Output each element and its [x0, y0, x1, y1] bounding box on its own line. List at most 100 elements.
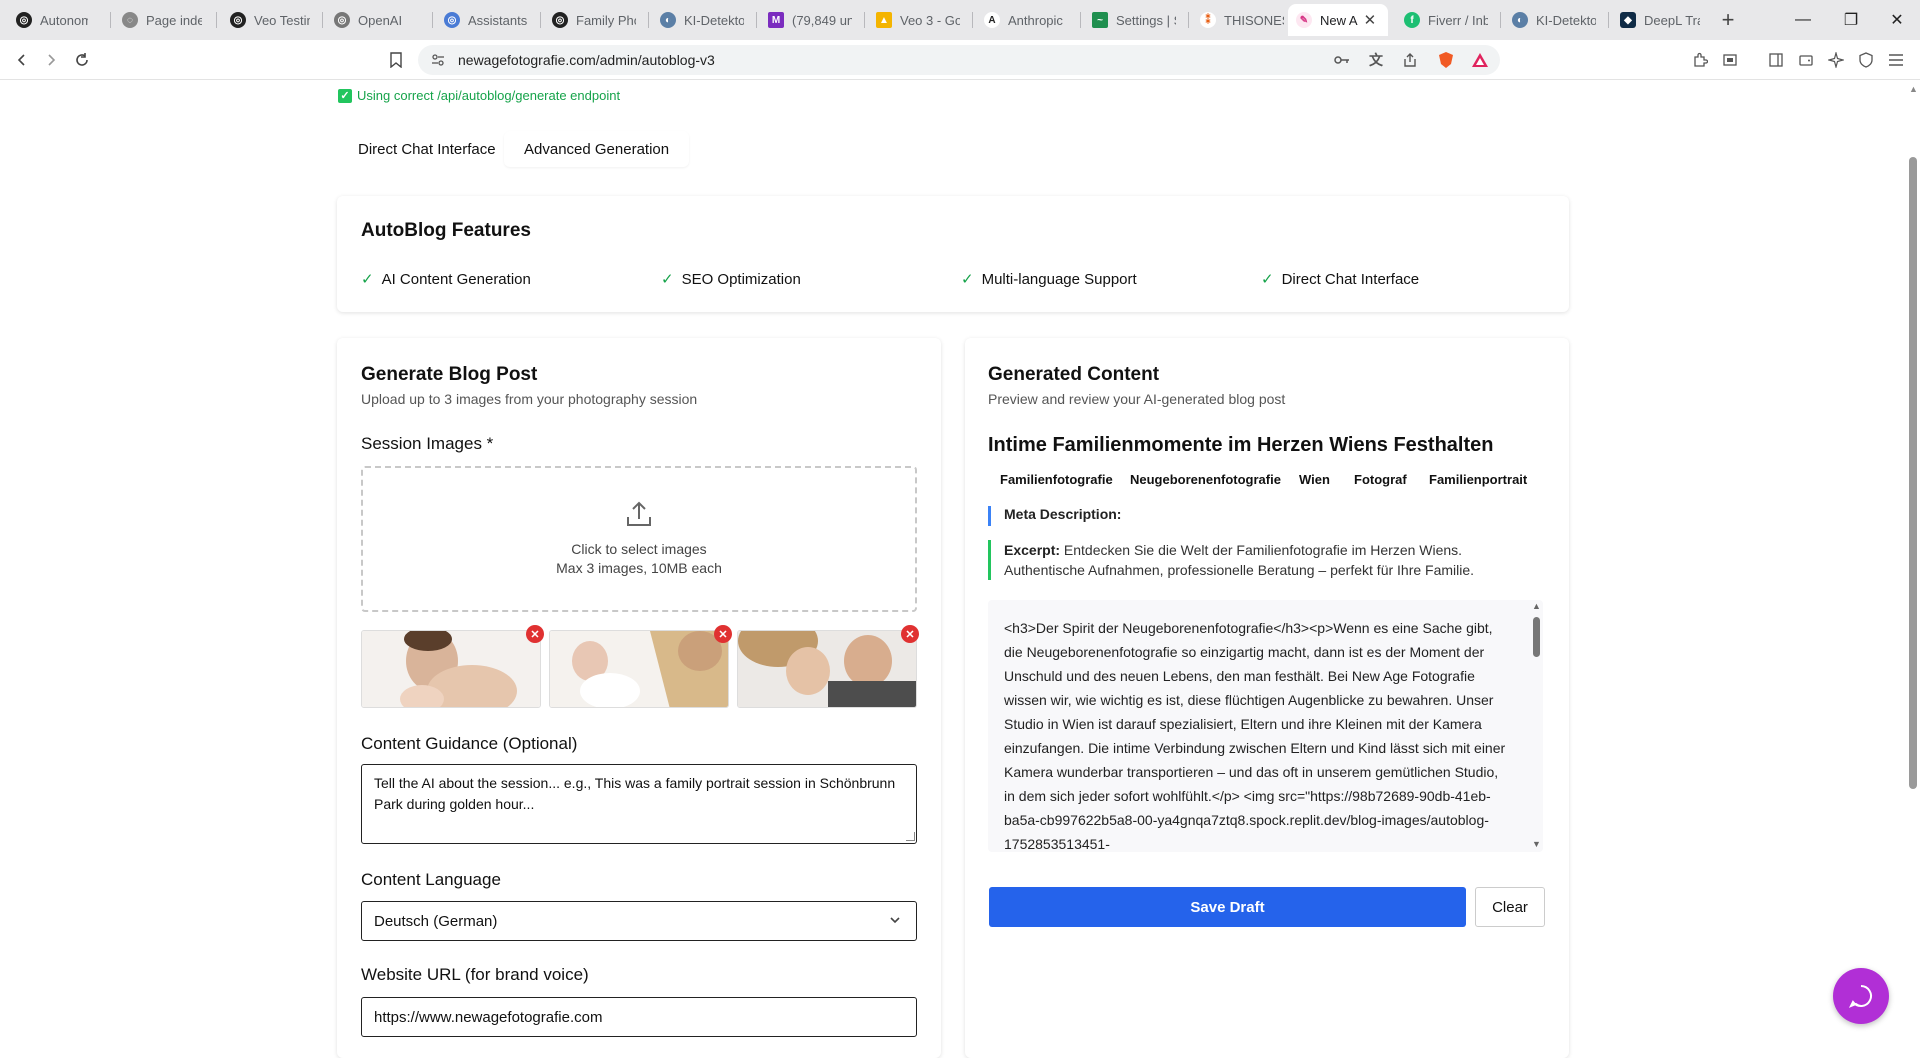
browser-tab[interactable]: ◎ Assistants: [436, 4, 536, 36]
dropzone-secondary-text: Max 3 images, 10MB each: [556, 560, 722, 576]
uploaded-image-thumbnail: [361, 630, 541, 708]
browser-tab[interactable]: ◎ Veo Testim: [222, 4, 318, 36]
browser-tab[interactable]: ⁑ THISONES: [1192, 4, 1292, 36]
generate-title: Generate Blog Post: [361, 364, 538, 385]
mail-icon: M: [768, 12, 784, 28]
scroll-up-icon[interactable]: ▲: [1532, 601, 1541, 611]
resize-grip-icon[interactable]: [906, 832, 915, 841]
generate-subtitle: Upload up to 3 images from your photogra…: [361, 391, 698, 407]
post-tag: Neugeborenenfotografie: [1130, 472, 1281, 487]
page-index-icon: ◌: [122, 12, 138, 28]
scroll-up-icon[interactable]: ▲: [1909, 84, 1918, 94]
openai-icon: ◎: [230, 12, 246, 28]
menu-icon[interactable]: [1884, 48, 1908, 72]
site-settings-icon[interactable]: [426, 48, 450, 72]
post-tag: Familienportrait: [1429, 472, 1528, 487]
tab-advanced-generation[interactable]: Advanced Generation: [504, 131, 690, 167]
openai-icon: ◎: [16, 12, 32, 28]
close-tab-icon[interactable]: ✕: [1364, 11, 1377, 29]
preview-scrollbar-thumb[interactable]: [1533, 617, 1540, 657]
assistants-icon: ◎: [444, 12, 460, 28]
fiverr-icon: f: [1404, 12, 1420, 28]
feature-item: ✓ AI Content Generation: [361, 270, 531, 289]
post-title: Intime Familienmomente im Herzen Wiens F…: [988, 434, 1494, 456]
browser-tab[interactable]: ◎ OpenAI: [326, 4, 426, 36]
clear-button[interactable]: Clear: [1475, 887, 1545, 927]
browser-tab[interactable]: A Anthropic: [976, 4, 1076, 36]
browser-tab[interactable]: ▲ Veo 3 - Go: [868, 4, 968, 36]
content-language-select[interactable]: Deutsch (German): [361, 901, 917, 941]
html-content-preview[interactable]: <h3>Der Spirit der Neugeborenenfotografi…: [988, 600, 1543, 852]
ki-detektor-icon: ◐: [1512, 12, 1528, 28]
post-excerpt: Excerpt: Entdecken Sie die Welt der Fami…: [988, 540, 1518, 580]
new-tab-icon: ✎: [1296, 12, 1312, 28]
brave-shield-icon[interactable]: [1434, 48, 1458, 72]
browser-tab[interactable]: ◐ KI-Detekto: [1504, 4, 1604, 36]
thisones-icon: ⁑: [1200, 12, 1216, 28]
image-dropzone[interactable]: [361, 466, 917, 612]
check-icon: ✓: [1261, 271, 1274, 288]
page-scrollbar-thumb[interactable]: [1909, 157, 1917, 789]
bookmark-icon[interactable]: [384, 48, 408, 72]
tab-groups-icon[interactable]: [1718, 48, 1742, 72]
close-window-button[interactable]: ✕: [1874, 0, 1920, 40]
website-url-input[interactable]: https://www.newagefotografie.com: [361, 997, 917, 1037]
wallet-icon[interactable]: [1794, 48, 1818, 72]
browser-tab[interactable]: M (79,849 un: [760, 4, 860, 36]
check-icon: ✓: [661, 271, 674, 288]
anthropic-icon: A: [984, 12, 1000, 28]
dropzone-primary-text: Click to select images: [571, 541, 707, 557]
vpn-shield-icon[interactable]: [1854, 48, 1878, 72]
browser-tab[interactable]: ◆ DeepL Tra: [1612, 4, 1708, 36]
extensions-icon[interactable]: [1688, 48, 1712, 72]
browser-tab[interactable]: ~ Settings | S: [1084, 4, 1184, 36]
feature-item: ✓ Direct Chat Interface: [1261, 270, 1420, 289]
password-key-icon[interactable]: [1330, 48, 1354, 72]
check-badge-icon: ✓: [338, 88, 352, 103]
session-images-label: Session Images *: [361, 434, 494, 453]
content-guidance-textarea[interactable]: Tell the AI about the session... e.g., T…: [361, 764, 917, 844]
meta-description: Meta Description:: [988, 506, 1121, 526]
features-card: [337, 196, 1569, 312]
features-title: AutoBlog Features: [361, 220, 531, 241]
openai-icon: ◎: [334, 12, 350, 28]
deepl-icon: ◆: [1620, 12, 1636, 28]
scroll-down-icon[interactable]: ▼: [1532, 839, 1541, 849]
browser-tab[interactable]: ◌ Page index: [114, 4, 210, 36]
endpoint-status: ✓ Using correct /api/autoblog/generate e…: [338, 88, 620, 103]
remove-image-button[interactable]: ✕: [526, 625, 544, 643]
back-icon[interactable]: [10, 48, 34, 72]
browser-tab[interactable]: ◎ Family Pho: [544, 4, 644, 36]
browser-tab-active[interactable]: ✎ New A ✕: [1288, 4, 1388, 36]
browser-tab[interactable]: f Fiverr / Inb: [1396, 4, 1496, 36]
feature-item: ✓ SEO Optimization: [661, 270, 801, 289]
generated-content-subtitle: Preview and review your AI-generated blo…: [988, 391, 1286, 407]
browser-tab[interactable]: ◐ KI-Detekto: [652, 4, 752, 36]
sidebar-icon[interactable]: [1764, 48, 1788, 72]
uploaded-image-thumbnail: [549, 630, 729, 708]
forward-icon[interactable]: [39, 48, 63, 72]
website-url-label: Website URL (for brand voice): [361, 965, 589, 984]
uploaded-image-thumbnail: [737, 630, 917, 708]
check-icon: ✓: [361, 271, 374, 288]
brave-rewards-icon[interactable]: [1468, 48, 1492, 72]
leo-ai-icon[interactable]: [1824, 48, 1848, 72]
check-icon: ✓: [961, 271, 974, 288]
tab-direct-chat[interactable]: Direct Chat Interface: [338, 131, 516, 167]
openai-icon: ◎: [552, 12, 568, 28]
remove-image-button[interactable]: ✕: [714, 625, 732, 643]
remove-image-button[interactable]: ✕: [901, 625, 919, 643]
restore-window-button[interactable]: ❐: [1828, 0, 1874, 40]
browser-tab[interactable]: ◎ Autonomo: [8, 4, 96, 36]
save-draft-button[interactable]: Save Draft: [989, 887, 1466, 927]
new-tab-button[interactable]: +: [1714, 6, 1742, 34]
upload-icon: [627, 501, 651, 526]
translate-icon[interactable]: 文: [1364, 48, 1388, 72]
chat-launcher-button[interactable]: [1833, 968, 1889, 1024]
minimize-window-button[interactable]: —: [1780, 0, 1826, 40]
settings-app-icon: ~: [1092, 12, 1108, 28]
html-content-text: <h3>Der Spirit der Neugeborenenfotografi…: [1004, 620, 1506, 852]
share-icon[interactable]: [1398, 48, 1422, 72]
reload-icon[interactable]: [70, 48, 94, 72]
generated-content-title: Generated Content: [988, 364, 1160, 385]
